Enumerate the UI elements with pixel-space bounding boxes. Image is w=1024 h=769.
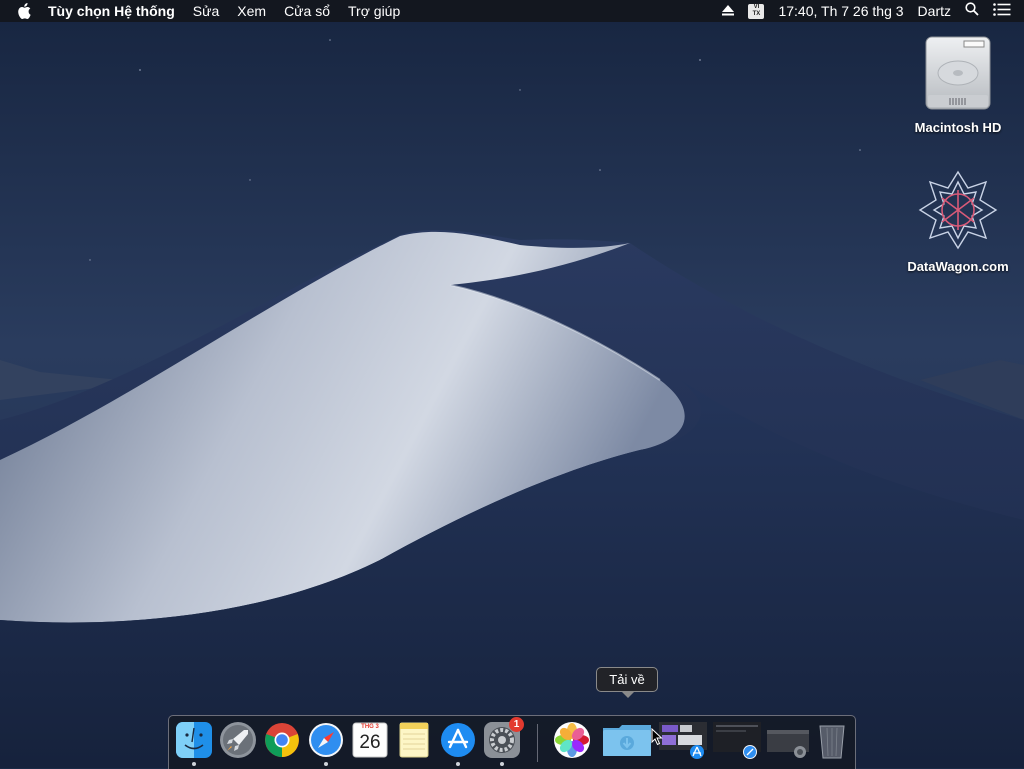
input-source-menu[interactable]: VI TX (741, 3, 771, 19)
dock-separator (537, 724, 538, 762)
dock-safari[interactable] (306, 720, 346, 766)
notification-center-icon[interactable] (986, 0, 1018, 22)
dock: THG 3 26 1 (168, 715, 856, 769)
menu-clock[interactable]: 17:40, Th 7 26 thg 3 (771, 0, 910, 22)
photos-icon (554, 722, 590, 758)
dock-system-preferences[interactable]: 1 (482, 717, 524, 766)
menu-help[interactable]: Trợ giúp (339, 0, 409, 22)
minimized-window-thumbnail (767, 730, 809, 758)
dock-tooltip: Tải về (596, 667, 658, 698)
datawagon-logo-icon (918, 170, 998, 250)
menu-edit[interactable]: Sửa (184, 0, 229, 22)
dock-photos[interactable] (552, 720, 592, 762)
mouse-cursor-icon (651, 728, 663, 746)
minimized-window-thumbnail (659, 722, 707, 759)
input-source-line2: TX (752, 11, 761, 17)
notes-icon (399, 722, 429, 758)
dock-finder[interactable] (174, 720, 214, 766)
dock-minimized-window-2[interactable] (712, 720, 762, 762)
running-indicator (456, 762, 460, 766)
menu-view[interactable]: Xem (228, 0, 275, 22)
minimized-window-thumbnail (713, 722, 761, 759)
desktop-wallpaper (0, 0, 1024, 768)
menu-app-name[interactable]: Tùy chọn Hệ thống (39, 0, 184, 22)
menu-user[interactable]: Dartz (911, 0, 958, 22)
hard-drive-icon (925, 36, 991, 110)
dock-downloads-folder[interactable] (600, 720, 654, 762)
dock-chrome[interactable] (262, 720, 302, 762)
desktop-icon-macintosh-hd[interactable]: Macintosh HD (898, 33, 1018, 135)
desktop-icon-datawagon[interactable]: DataWagon.com (898, 168, 1018, 274)
dock-calendar[interactable]: THG 3 26 (350, 720, 390, 762)
desktop-icon-label: DataWagon.com (907, 259, 1009, 274)
safari-compass-icon (309, 723, 343, 757)
dock-trash[interactable] (812, 720, 852, 762)
chrome-icon (265, 723, 299, 757)
launchpad-rocket-icon (220, 722, 256, 758)
notification-badge: 1 (509, 717, 524, 732)
dock-notes[interactable] (394, 720, 434, 762)
app-store-icon (441, 723, 475, 757)
downloads-folder-icon (603, 725, 651, 756)
calendar-month: THG 3 (361, 724, 379, 730)
input-source-line1: VI (753, 4, 760, 10)
finder-icon (176, 722, 212, 758)
dock-minimized-window-3[interactable] (766, 720, 810, 762)
input-source-icon: VI TX (748, 3, 765, 19)
dock-launchpad[interactable] (218, 720, 258, 762)
trash-icon (819, 725, 845, 759)
running-indicator (324, 762, 328, 766)
dock-minimized-window-1[interactable] (658, 720, 708, 762)
spotlight-search-icon[interactable] (958, 0, 986, 22)
calendar-day: 26 (359, 732, 381, 753)
dock-app-store[interactable] (438, 720, 478, 766)
apple-menu-icon[interactable] (13, 0, 35, 22)
running-indicator (500, 762, 504, 766)
running-indicator (192, 762, 196, 766)
menu-bar: Tùy chọn Hệ thống Sửa Xem Cửa sổ Trợ giú… (0, 0, 1024, 22)
eject-icon[interactable] (715, 0, 741, 22)
desktop-icon-label: Macintosh HD (914, 120, 1002, 135)
menu-window[interactable]: Cửa sổ (275, 0, 339, 22)
